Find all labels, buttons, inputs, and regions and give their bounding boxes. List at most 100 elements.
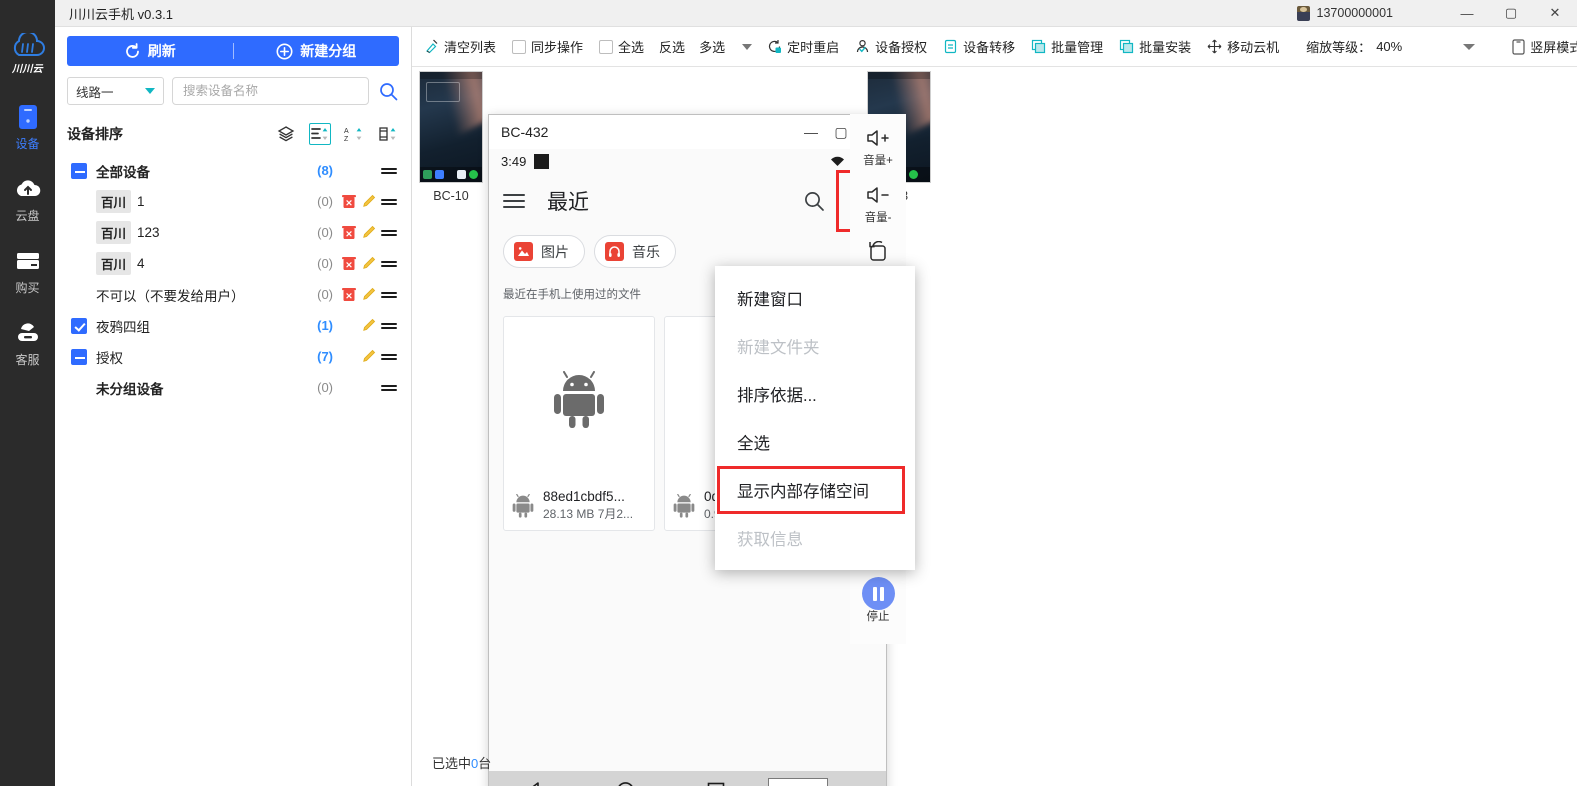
- batch-install-icon: [1120, 39, 1134, 54]
- batch-manage-button[interactable]: 批量管理: [1023, 27, 1111, 67]
- group-checkbox[interactable]: [71, 317, 87, 334]
- app-root: 川川云手机 v0.3.1 13700000001 — ▢ ✕ 川川云 设备 云盘…: [0, 0, 1577, 786]
- device-group-row[interactable]: 百川 4 (0): [55, 248, 411, 279]
- back-triangle-icon[interactable]: [525, 781, 544, 786]
- drag-handle-icon[interactable]: [379, 289, 399, 301]
- refresh-button[interactable]: 刷新: [67, 41, 233, 61]
- edit-group-icon[interactable]: [359, 349, 379, 364]
- edit-group-icon[interactable]: [359, 256, 379, 271]
- window-minimize-button[interactable]: —: [1445, 0, 1489, 27]
- stream-quality-select[interactable]: 超清: [768, 778, 828, 786]
- select-all-checkbox[interactable]: [599, 39, 614, 54]
- device-transfer-icon: [945, 39, 957, 54]
- delete-group-icon[interactable]: [339, 256, 359, 271]
- cloud-disk-icon: [15, 175, 41, 203]
- delete-group-icon[interactable]: [339, 194, 359, 209]
- phone-window-title: BC-432: [501, 124, 549, 140]
- delete-group-icon[interactable]: [339, 225, 359, 240]
- edit-group-icon[interactable]: [359, 287, 379, 302]
- multi-select-button[interactable]: 多选: [692, 27, 759, 67]
- device-group-row[interactable]: 不可以（不要发给用户） (0): [55, 279, 411, 310]
- group-checkbox[interactable]: [71, 162, 87, 179]
- timed-restart-button[interactable]: 定时重启: [759, 27, 847, 67]
- home-circle-icon[interactable]: [616, 781, 635, 786]
- drag-handle-icon[interactable]: [379, 351, 399, 363]
- chevron-down-icon: [145, 88, 155, 94]
- sidebar-item-devices[interactable]: 设备: [0, 91, 55, 163]
- search-icon[interactable]: [794, 181, 834, 221]
- device-group-row[interactable]: 百川 123 (0): [55, 217, 411, 248]
- preview-statusbar: [420, 72, 482, 79]
- device-thumbnail[interactable]: BC-10: [412, 71, 490, 203]
- context-menu-item[interactable]: 全选: [715, 418, 915, 466]
- phone-minimize-button[interactable]: —: [796, 115, 826, 149]
- sync-checkbox[interactable]: [512, 39, 527, 54]
- multi-label: 多选: [699, 40, 726, 55]
- layers-icon[interactable]: [275, 123, 297, 145]
- filter-chip-audio[interactable]: 音乐: [594, 235, 676, 268]
- list-sort-icon[interactable]: [309, 123, 331, 145]
- line-select[interactable]: 线路一: [67, 77, 164, 105]
- search-input[interactable]: [172, 77, 369, 105]
- timed-restart-label: 定时重启: [787, 40, 840, 55]
- sync-operation-toggle[interactable]: 同步操作: [504, 27, 591, 67]
- tool-stop[interactable]: 停止: [850, 574, 906, 631]
- files-app-bar: 最近: [489, 170, 886, 232]
- tool-volume-down[interactable]: 音量-: [850, 175, 906, 232]
- edit-group-icon[interactable]: [359, 194, 379, 209]
- search-icon[interactable]: [377, 82, 399, 101]
- device-group-row[interactable]: 授权 (7): [55, 341, 411, 372]
- clear-list-button[interactable]: 清空列表: [416, 27, 504, 67]
- portrait-mode-toggle[interactable]: 竖屏模式: [1504, 27, 1577, 67]
- invert-selection-button[interactable]: 反选: [652, 27, 692, 67]
- refresh-label: 刷新: [147, 43, 176, 59]
- tool-label: 音量-: [864, 212, 892, 224]
- device-group-row[interactable]: 夜鸦四组 (1): [55, 310, 411, 341]
- select-all-toggle[interactable]: 全选: [591, 27, 652, 67]
- size-sort-icon[interactable]: [377, 123, 399, 145]
- drag-handle-icon[interactable]: [379, 258, 399, 270]
- user-phone-label: 13700000001: [1316, 6, 1393, 20]
- sidebar-item-purchase[interactable]: 购买: [0, 235, 55, 307]
- user-account-chip[interactable]: 13700000001: [1296, 5, 1393, 21]
- edit-group-icon[interactable]: [359, 318, 379, 333]
- drag-handle-icon[interactable]: [379, 165, 399, 177]
- tool-volume-up[interactable]: 音量+: [850, 118, 906, 175]
- device-group-row[interactable]: 全部设备 (8): [55, 155, 411, 186]
- portrait-mode-label: 竖屏模式: [1530, 40, 1577, 55]
- recents-square-icon[interactable]: [707, 782, 725, 786]
- edit-group-icon[interactable]: [359, 225, 379, 240]
- drag-handle-icon[interactable]: [379, 320, 399, 332]
- context-menu-item[interactable]: 显示内部存储空间: [715, 466, 915, 514]
- preview-statusbar: [868, 72, 930, 79]
- window-close-button[interactable]: ✕: [1533, 0, 1577, 27]
- device-transfer-button[interactable]: 设备转移: [935, 27, 1023, 67]
- group-checkbox[interactable]: [71, 348, 87, 365]
- batch-install-button[interactable]: 批量安装: [1111, 27, 1199, 67]
- file-card[interactable]: 88ed1cbdf5... 28.13 MB 7月2...: [503, 316, 655, 531]
- device-group-row[interactable]: 百川 1 (0): [55, 186, 411, 217]
- context-menu-item[interactable]: 排序依据...: [715, 370, 915, 418]
- drag-handle-icon[interactable]: [379, 227, 399, 239]
- context-menu-item-label: 获取信息: [737, 531, 803, 549]
- new-group-button[interactable]: 新建分组: [234, 41, 400, 61]
- alpha-sort-icon[interactable]: A Z: [343, 123, 365, 145]
- device-auth-button[interactable]: 设备授权: [847, 27, 935, 67]
- drag-handle-icon[interactable]: [379, 196, 399, 208]
- sidebar-item-cloud-disk[interactable]: 云盘: [0, 163, 55, 235]
- window-maximize-button[interactable]: ▢: [1489, 0, 1533, 27]
- filter-chip-images[interactable]: 图片: [503, 235, 585, 268]
- delete-group-icon[interactable]: [339, 287, 359, 302]
- drag-handle-icon[interactable]: [379, 382, 399, 394]
- context-menu-item[interactable]: 新建窗口: [715, 274, 915, 322]
- menu-hamburger-icon[interactable]: [503, 194, 525, 208]
- device-auth-label: 设备授权: [875, 40, 928, 55]
- sidebar-item-label: 购买: [15, 280, 40, 295]
- audio-icon: [605, 242, 624, 261]
- device-group-row[interactable]: 未分组设备 (0): [55, 372, 411, 403]
- dock-app-icon: [423, 170, 432, 179]
- zoom-level-control[interactable]: 缩放等级： 40%: [1299, 27, 1482, 67]
- file-preview: [504, 317, 654, 482]
- sidebar-item-customer-service[interactable]: 客服: [0, 307, 55, 379]
- move-cloud-button[interactable]: 移动云机: [1199, 27, 1287, 67]
